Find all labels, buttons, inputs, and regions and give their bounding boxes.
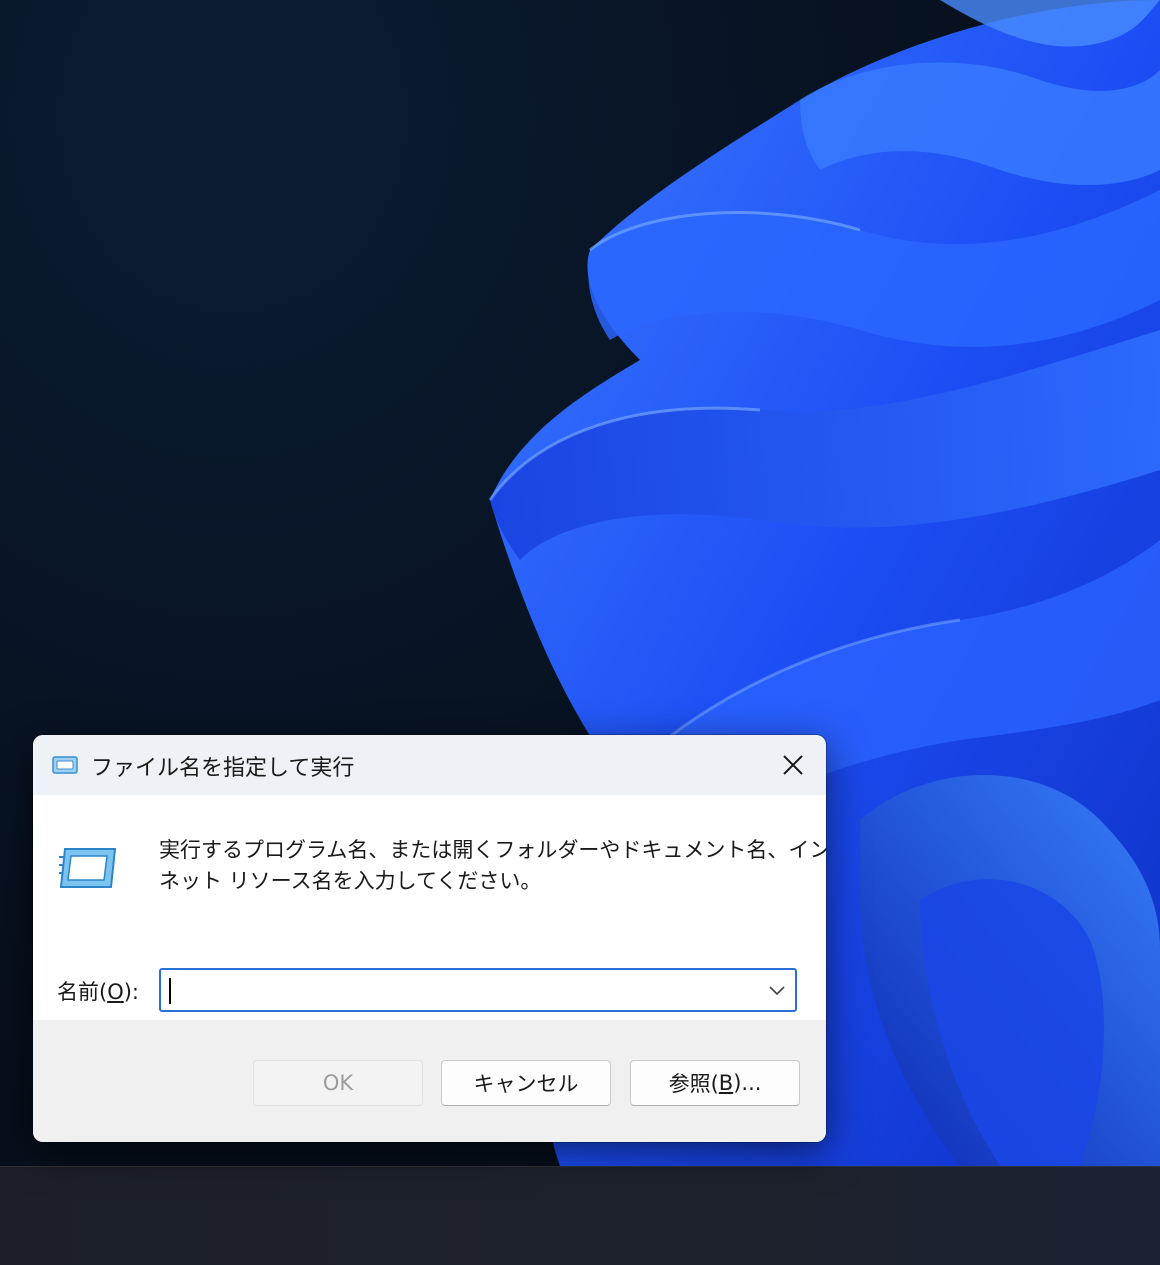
- taskbar: [0, 1166, 1160, 1265]
- dropdown-button[interactable]: [759, 970, 795, 1010]
- cancel-button-label: キャンセル: [473, 1072, 579, 1096]
- dialog-footer: OK キャンセル 参照(B)...: [33, 1020, 826, 1142]
- name-combobox[interactable]: [159, 968, 797, 1012]
- name-label-suffix: ):: [123, 980, 140, 1004]
- text-caret: [169, 978, 171, 1004]
- run-icon: [59, 848, 117, 888]
- run-icon: [52, 756, 78, 774]
- name-input[interactable]: [175, 974, 759, 1008]
- browse-button-suffix: )...: [733, 1071, 762, 1095]
- ok-button-label: OK: [322, 1071, 354, 1095]
- close-icon: [783, 755, 803, 775]
- name-label-prefix: 名前(: [57, 980, 108, 1004]
- name-label: 名前(O):: [57, 976, 139, 1006]
- chevron-down-icon: [769, 986, 785, 996]
- browse-button[interactable]: 参照(B)...: [630, 1060, 800, 1106]
- title-bar: ファイル名を指定して実行: [33, 735, 826, 795]
- description-line: ネット リソース名を入力してください。: [159, 869, 542, 893]
- close-button[interactable]: [770, 743, 816, 787]
- dialog-title: ファイル名を指定して実行: [91, 756, 355, 781]
- dialog-content: 実行するプログラム名、または開くフォルダーやドキュメント名、インター ネット リ…: [33, 795, 826, 1020]
- browse-button-accelerator: B: [718, 1071, 734, 1095]
- run-dialog: ファイル名を指定して実行 実行するプログラム名、または開くフォルダーやドキュメン…: [33, 735, 826, 1142]
- name-label-accelerator: O: [107, 980, 124, 1004]
- description-line: 実行するプログラム名、または開くフォルダーやドキュメント名、インター: [159, 838, 826, 862]
- dialog-description: 実行するプログラム名、または開くフォルダーやドキュメント名、インター ネット リ…: [159, 835, 826, 897]
- browse-button-prefix: 参照(: [668, 1072, 719, 1096]
- ok-button[interactable]: OK: [253, 1060, 423, 1106]
- cancel-button[interactable]: キャンセル: [441, 1060, 611, 1106]
